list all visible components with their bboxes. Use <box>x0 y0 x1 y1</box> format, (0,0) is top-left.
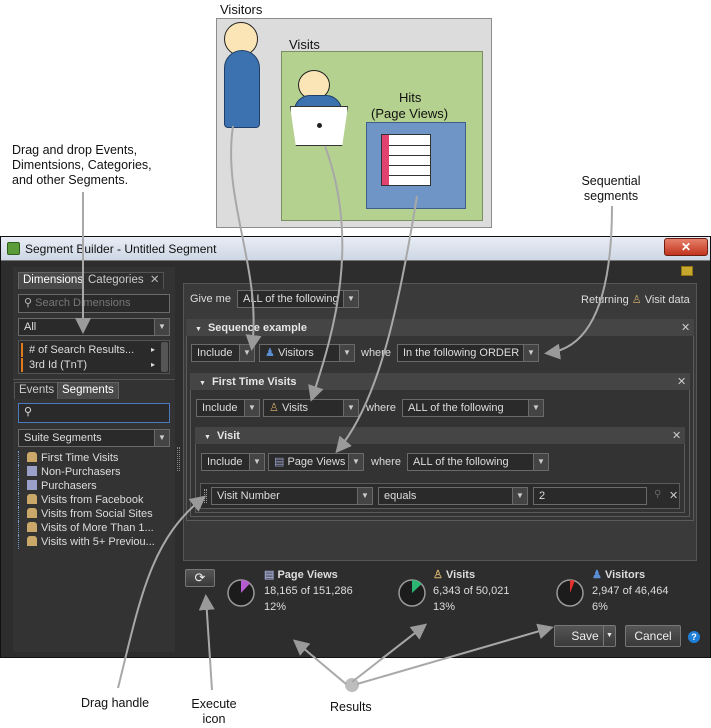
arrow-visitors <box>230 125 262 351</box>
connector-arrows <box>75 125 613 691</box>
arrow-sequential <box>544 205 613 360</box>
arrow-execute <box>198 594 215 691</box>
arrow-hits <box>335 195 418 454</box>
arrow-drag-handle <box>117 495 207 689</box>
arrow-visits <box>308 145 344 402</box>
arrow-result-2 <box>351 623 428 683</box>
arrow-result-1 <box>292 639 347 685</box>
